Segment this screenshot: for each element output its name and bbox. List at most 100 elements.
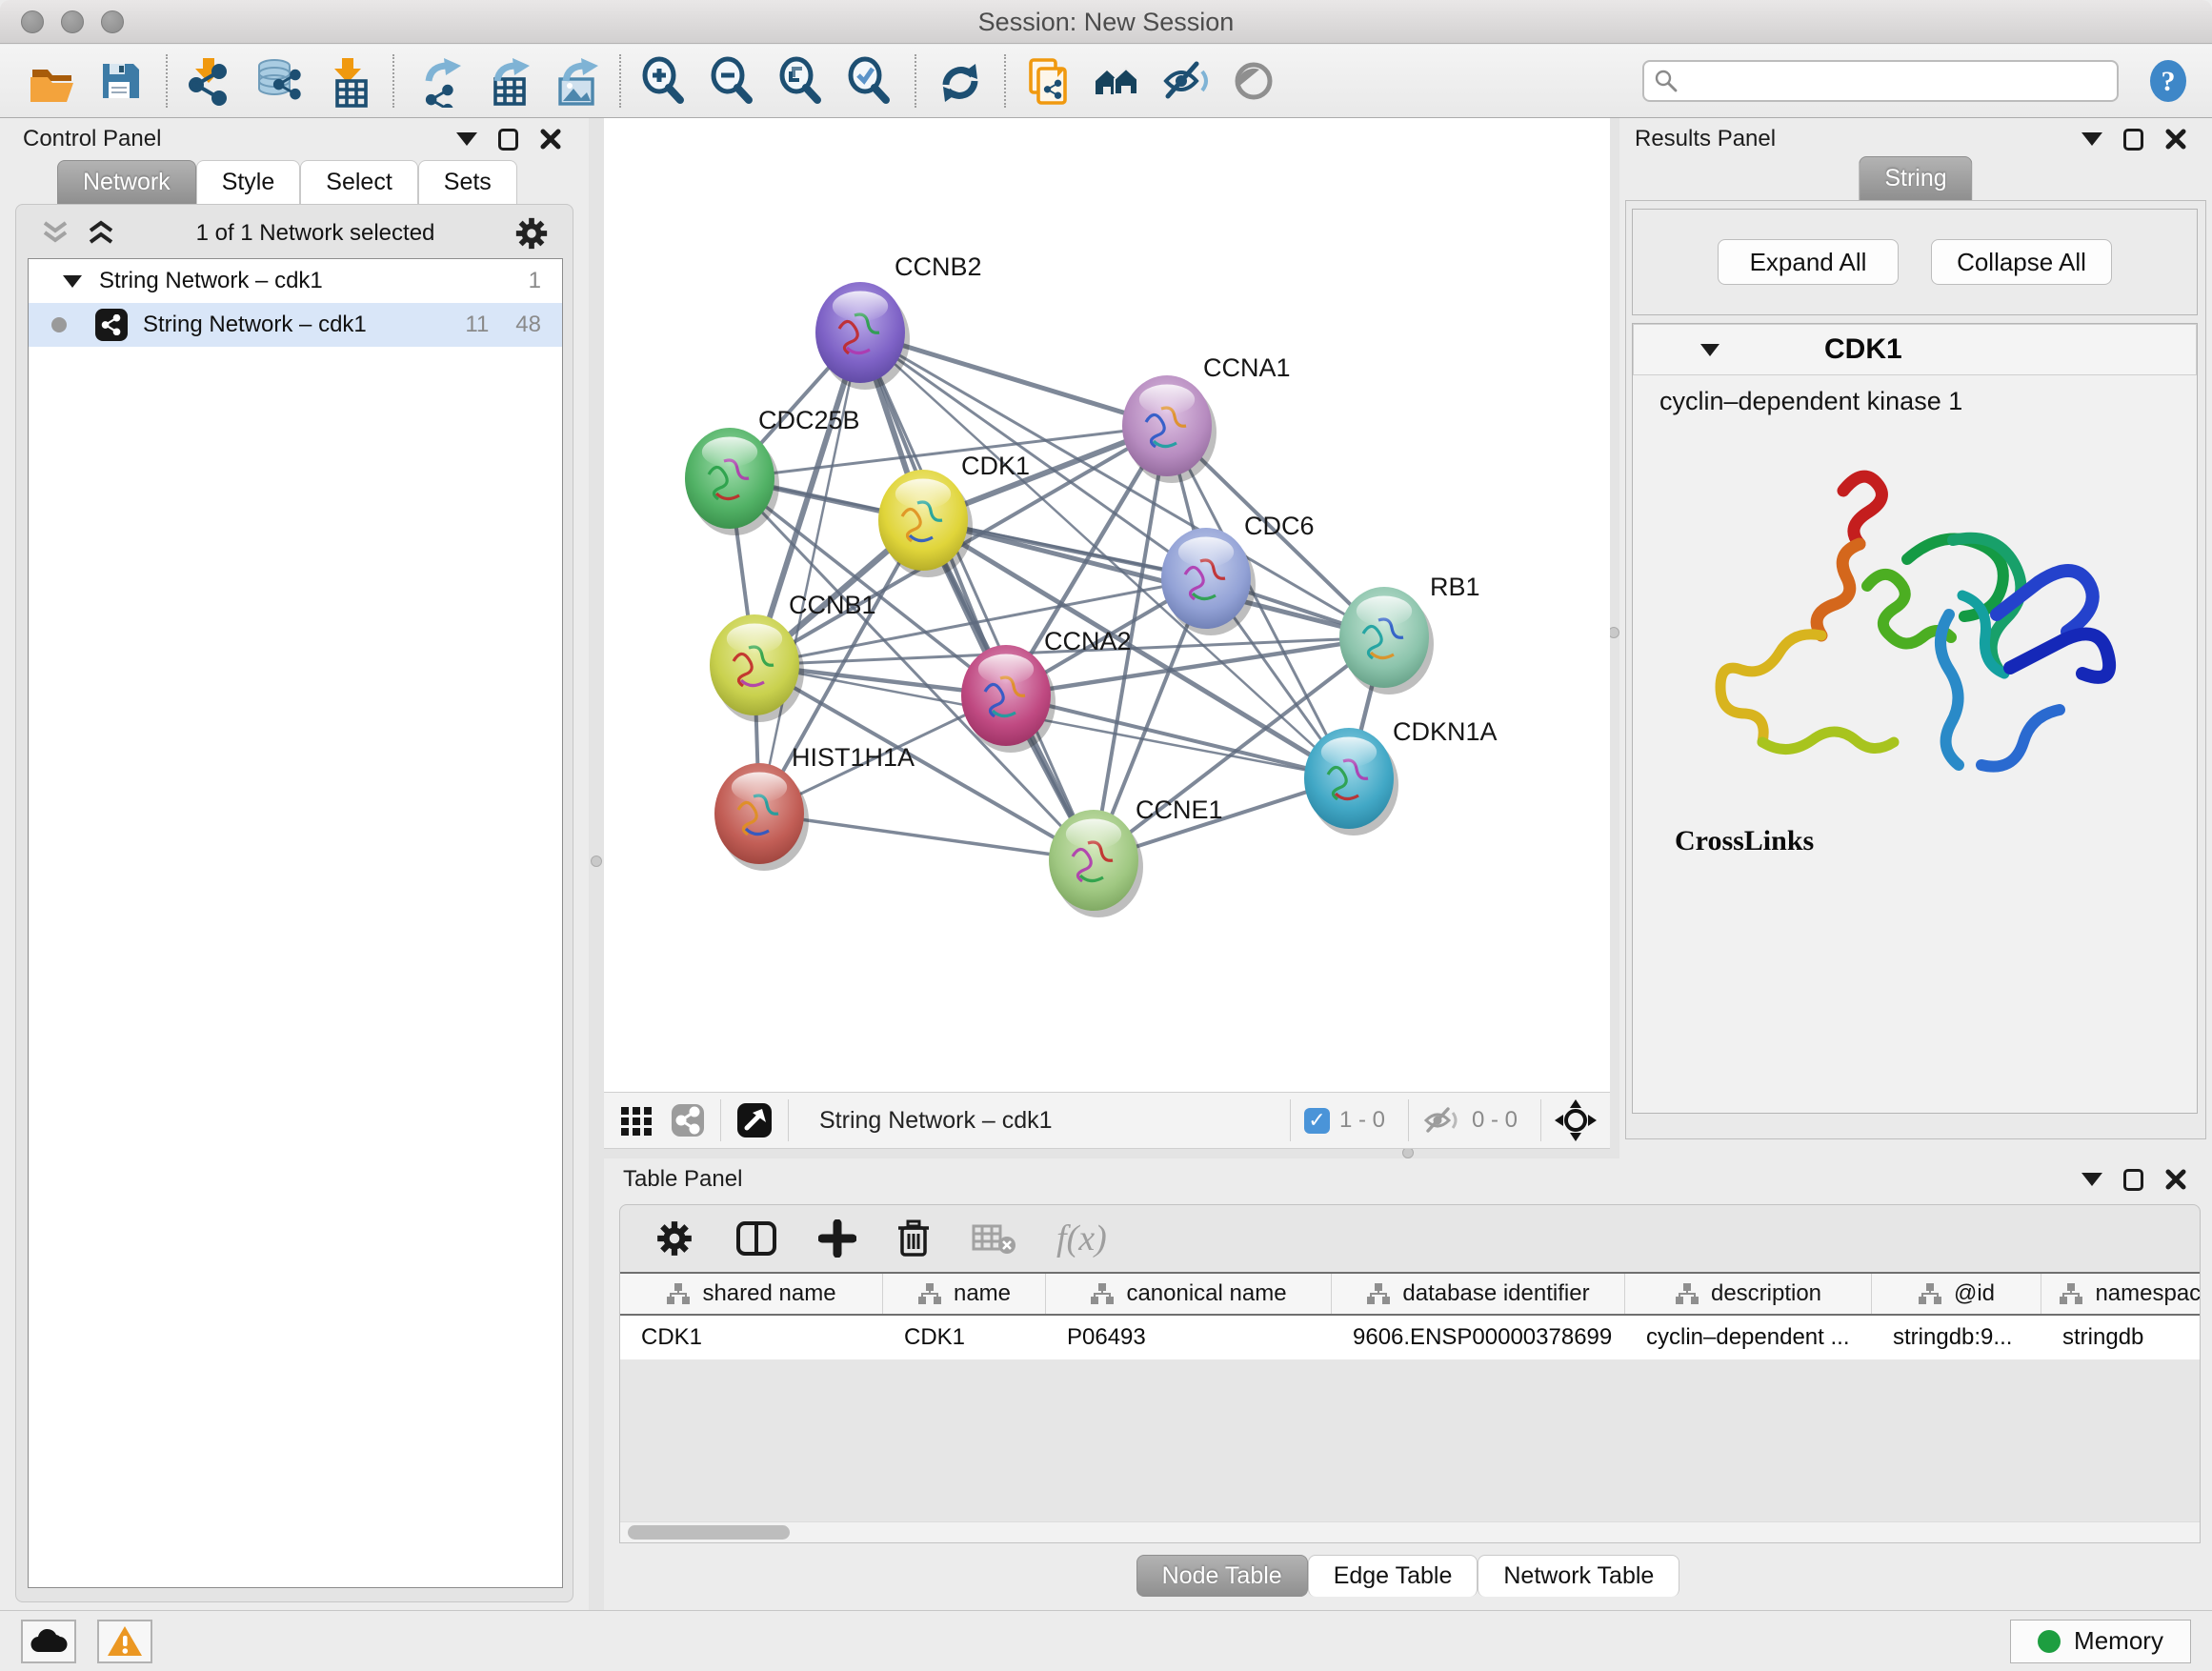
column-header-canonical-name[interactable]: canonical name	[1046, 1274, 1332, 1314]
table-h-scrollbar[interactable]	[620, 1521, 2201, 1542]
node-CCNA1[interactable]: CCNA1	[1122, 353, 1291, 483]
column-header-name[interactable]: name	[883, 1274, 1046, 1314]
node-CCNE1[interactable]: CCNE1	[1049, 795, 1223, 917]
node-CDC25B[interactable]: CDC25B	[685, 406, 860, 535]
column-header-description[interactable]: description	[1625, 1274, 1872, 1314]
float-panel-icon[interactable]	[2123, 129, 2143, 151]
zoom-out-button[interactable]	[699, 51, 768, 111]
network-row-selected[interactable]: String Network – cdk1 11 48	[29, 303, 562, 347]
column-header-namespace[interactable]: namespace	[2041, 1274, 2201, 1314]
save-session-button[interactable]	[88, 51, 156, 111]
node-CDK1[interactable]: CDK1	[878, 452, 1030, 577]
node-label-CCNE1: CCNE1	[1136, 795, 1223, 824]
collapse-gene-icon[interactable]	[1700, 344, 1719, 356]
fit-selected-crosshair-icon[interactable]	[1555, 1099, 1597, 1141]
edge-9-10[interactable]	[759, 814, 1094, 860]
node-label-RB1: RB1	[1430, 573, 1480, 601]
tab-sets[interactable]: Sets	[418, 160, 517, 204]
search-box[interactable]	[1642, 60, 2119, 102]
collapse-all-icon[interactable]	[39, 219, 71, 248]
warnings-button[interactable]	[97, 1620, 152, 1663]
help-button[interactable]: ?	[2143, 56, 2193, 106]
selected-checkbox[interactable]: ✓	[1304, 1108, 1330, 1134]
import-table-button[interactable]	[314, 51, 383, 111]
table-row[interactable]: CDK1CDK1P064939606.ENSP00000378699cyclin…	[620, 1316, 2201, 1359]
column-type-icon	[1366, 1282, 1391, 1305]
column-header-database-identifier[interactable]: database identifier	[1332, 1274, 1625, 1314]
tab-select[interactable]: Select	[300, 160, 417, 204]
copy_net-icon	[1023, 54, 1076, 108]
zoom-fit-button[interactable]	[768, 51, 836, 111]
tab-edge-table[interactable]: Edge Table	[1308, 1555, 1478, 1597]
zoom-selected-button[interactable]	[836, 51, 905, 111]
export-table-button[interactable]	[473, 51, 541, 111]
node-label-CDC6: CDC6	[1244, 512, 1315, 540]
apply-layout-button[interactable]	[926, 51, 995, 111]
tab-node-table[interactable]: Node Table	[1136, 1555, 1308, 1597]
open-session-button[interactable]	[19, 51, 88, 111]
cloud-icon	[30, 1627, 68, 1656]
node-CDC6[interactable]: CDC6	[1161, 512, 1315, 635]
float-panel-icon[interactable]	[498, 129, 518, 151]
search-icon	[1654, 69, 1679, 93]
delete-column-icon[interactable]	[896, 1218, 931, 1258]
collapse-all-button[interactable]: Collapse All	[1931, 239, 2112, 285]
network-badge-icon[interactable]	[669, 1101, 707, 1139]
export-image-button[interactable]	[541, 51, 610, 111]
import-network-from-database-button[interactable]	[246, 51, 314, 111]
add-column-icon[interactable]	[818, 1219, 856, 1258]
tree-expand-icon[interactable]	[63, 275, 82, 288]
collapse-panel-icon[interactable]	[456, 132, 477, 146]
close-panel-icon[interactable]	[2164, 1168, 2187, 1191]
collapse-panel-icon[interactable]	[2081, 132, 2102, 146]
memory-button[interactable]: Memory	[2010, 1620, 2191, 1663]
hide-selected-button[interactable]	[1153, 51, 1221, 111]
close-panel-icon[interactable]	[539, 128, 562, 151]
table-options-gear-icon[interactable]	[654, 1218, 694, 1258]
edge-0-9[interactable]	[759, 332, 860, 814]
collapse-panel-icon[interactable]	[2081, 1173, 2102, 1186]
node-CCNB2[interactable]: CCNB2	[815, 252, 982, 390]
left-splitter[interactable]	[589, 118, 604, 1610]
expand-all-icon[interactable]	[85, 219, 117, 248]
node-CDKN1A[interactable]: CDKN1A	[1304, 717, 1498, 836]
tab-style[interactable]: Style	[196, 160, 301, 204]
hidden-count: 0 - 0	[1472, 1107, 1518, 1134]
first-neighbors-button[interactable]	[1084, 51, 1153, 111]
table-cell: stringdb	[2041, 1316, 2201, 1359]
node-CCNB1[interactable]: CCNB1	[710, 591, 876, 722]
node-HIST1H1A[interactable]: HIST1H1A	[714, 743, 915, 871]
new-network-from-selection-button[interactable]	[1016, 51, 1084, 111]
network-canvas[interactable]: CCNB2 CCNA1 CDC25B CDK1 CDC6 RB1	[604, 118, 1610, 1092]
birds-eye-view-icon[interactable]	[734, 1100, 774, 1140]
node-table: f(x) shared name name canonical name dat…	[619, 1204, 2201, 1543]
close-panel-icon[interactable]	[2164, 128, 2187, 151]
show-columns-icon[interactable]	[734, 1219, 778, 1258]
network-collection-row[interactable]: String Network – cdk1 1	[29, 259, 562, 303]
node-RB1[interactable]: RB1	[1339, 573, 1480, 695]
import_db-icon	[253, 54, 307, 108]
cytoscape-window: Session: New Session ? Control Panel	[0, 0, 2212, 1671]
export-network-button[interactable]	[404, 51, 473, 111]
import-network-button[interactable]	[177, 51, 246, 111]
zoom-in-button[interactable]	[631, 51, 699, 111]
attribute-table[interactable]: shared name name canonical name database…	[620, 1272, 2201, 1359]
tab-network-table[interactable]: Network Table	[1478, 1555, 1679, 1597]
network-browser: 1 of 1 Network selected String Network –…	[15, 204, 573, 1602]
column-header-shared-name[interactable]: shared name	[620, 1274, 883, 1314]
collection-name: String Network – cdk1	[99, 268, 323, 294]
right-splitter[interactable]	[1610, 118, 1619, 1158]
column-header--id[interactable]: @id	[1872, 1274, 2041, 1314]
options-gear-icon[interactable]	[513, 215, 550, 252]
automation-button[interactable]	[21, 1620, 76, 1663]
tab-string[interactable]: String	[1859, 156, 1972, 200]
show-all-button[interactable]	[1221, 51, 1290, 111]
table-panel: Table Panel	[604, 1158, 2212, 1610]
search-input[interactable]	[1679, 67, 2098, 95]
float-panel-icon[interactable]	[2123, 1169, 2143, 1191]
export_img-icon	[549, 54, 602, 108]
grid-view-icon[interactable]	[617, 1101, 655, 1139]
edge-0-10[interactable]	[860, 332, 1094, 860]
tab-network[interactable]: Network	[57, 160, 196, 204]
expand-all-button[interactable]: Expand All	[1718, 239, 1899, 285]
